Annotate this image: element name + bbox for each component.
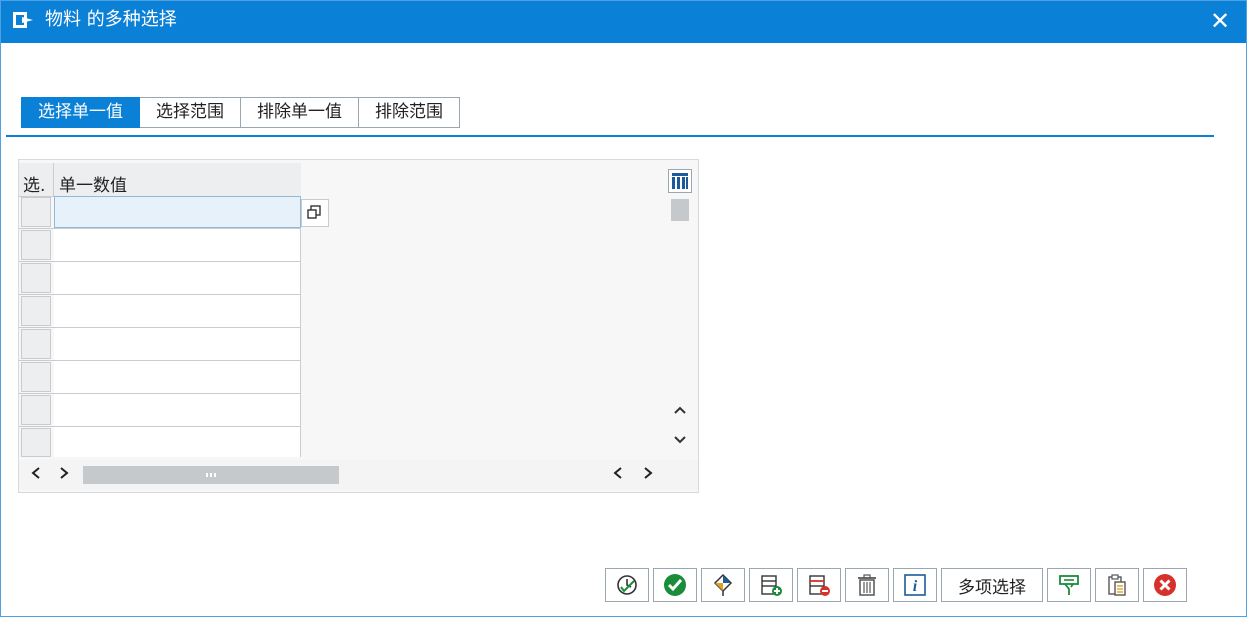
value-input[interactable] [54, 196, 301, 228]
row-selector[interactable] [21, 362, 51, 392]
column-header-select[interactable]: 选. [23, 171, 45, 196]
value-input[interactable] [54, 295, 301, 327]
title-bar: 物料 的多种选择 ✕ [1, 1, 1246, 43]
row-selector[interactable] [21, 296, 51, 326]
horizontal-scrollbar [19, 460, 698, 490]
value-input[interactable] [54, 328, 301, 360]
value-input[interactable] [54, 361, 301, 393]
horizontal-scroll-thumb[interactable] [83, 466, 339, 484]
ok-check-icon [664, 574, 686, 596]
tab-select-single-values[interactable]: 选择单一值 [21, 97, 140, 135]
filter-button[interactable] [1047, 568, 1091, 602]
upload-from-clipboard-button[interactable] [1095, 568, 1139, 602]
row-selector[interactable] [21, 263, 51, 293]
help-info-button[interactable]: i [893, 568, 937, 602]
value-input[interactable] [54, 427, 301, 457]
delete-row-button[interactable] [797, 568, 841, 602]
copy-ok-button[interactable] [653, 568, 697, 602]
insert-row-button[interactable] [749, 568, 793, 602]
vertical-scroll-thumb[interactable] [671, 199, 689, 221]
scroll-up-icon[interactable] [671, 404, 689, 420]
table-row [19, 394, 301, 427]
column-layout-icon [672, 173, 688, 189]
dialog-title: 物料 的多种选择 [45, 9, 177, 30]
table-row [19, 262, 301, 295]
paste-clipboard-icon [1108, 574, 1126, 596]
scroll-left-icon[interactable] [609, 466, 627, 484]
dialog-toolbar: i 多项选择 [605, 568, 1187, 604]
table-row [19, 328, 301, 361]
multiple-selection-button[interactable]: 多项选择 [941, 568, 1043, 602]
tab-exclude-ranges[interactable]: 排除范围 [359, 97, 460, 128]
delete-all-button[interactable] [845, 568, 889, 602]
dialog-icon [12, 11, 34, 29]
row-selector[interactable] [21, 230, 51, 260]
cancel-icon [1154, 574, 1176, 596]
program-icon [713, 573, 733, 596]
table-row [19, 196, 301, 229]
value-table: 选. 单一数值 [18, 159, 699, 493]
grip-icon [206, 473, 216, 477]
row-selector[interactable] [21, 197, 51, 227]
tab-strip: 选择单一值 选择范围 排除单一值 排除范围 [21, 97, 460, 135]
check-entries-icon [617, 575, 637, 595]
tab-select-ranges[interactable]: 选择范围 [140, 97, 241, 128]
program-button[interactable] [701, 568, 745, 602]
close-icon[interactable]: ✕ [1206, 7, 1234, 35]
table-row [19, 361, 301, 394]
row-selector[interactable] [21, 428, 51, 457]
value-help-button[interactable] [301, 199, 329, 227]
value-input[interactable] [54, 262, 301, 294]
trash-icon [858, 574, 876, 596]
table-row [19, 229, 301, 262]
multi-selection-dialog: 物料 的多种选择 ✕ 选择单一值 选择范围 排除单一值 排除范围 选. 单一数值 [0, 0, 1247, 617]
delete-row-icon [809, 575, 830, 596]
table-rows [19, 196, 301, 457]
row-selector[interactable] [21, 395, 51, 425]
row-selector[interactable] [21, 329, 51, 359]
tab-exclude-single-values[interactable]: 排除单一值 [241, 97, 359, 128]
info-icon: i [904, 574, 926, 596]
scroll-right-icon[interactable] [639, 466, 657, 484]
check-entries-button[interactable] [605, 568, 649, 602]
value-help-icon [307, 205, 321, 219]
svg-text:i: i [913, 578, 918, 595]
column-settings-button[interactable] [668, 169, 692, 193]
cancel-button[interactable] [1143, 568, 1187, 602]
scroll-left-icon[interactable] [27, 466, 45, 484]
value-input[interactable] [54, 394, 301, 426]
add-row-icon [761, 575, 782, 596]
table-row [19, 427, 301, 457]
table-header: 选. 单一数值 [19, 163, 301, 197]
column-header-single-value[interactable]: 单一数值 [59, 171, 127, 196]
table-row [19, 295, 301, 328]
scroll-right-icon[interactable] [55, 466, 73, 484]
tab-divider [6, 135, 1214, 137]
filter-icon [1059, 575, 1079, 595]
value-input[interactable] [54, 229, 301, 261]
vertical-scrollbar[interactable] [669, 196, 691, 456]
scroll-down-icon[interactable] [671, 434, 689, 450]
column-divider [53, 163, 54, 196]
